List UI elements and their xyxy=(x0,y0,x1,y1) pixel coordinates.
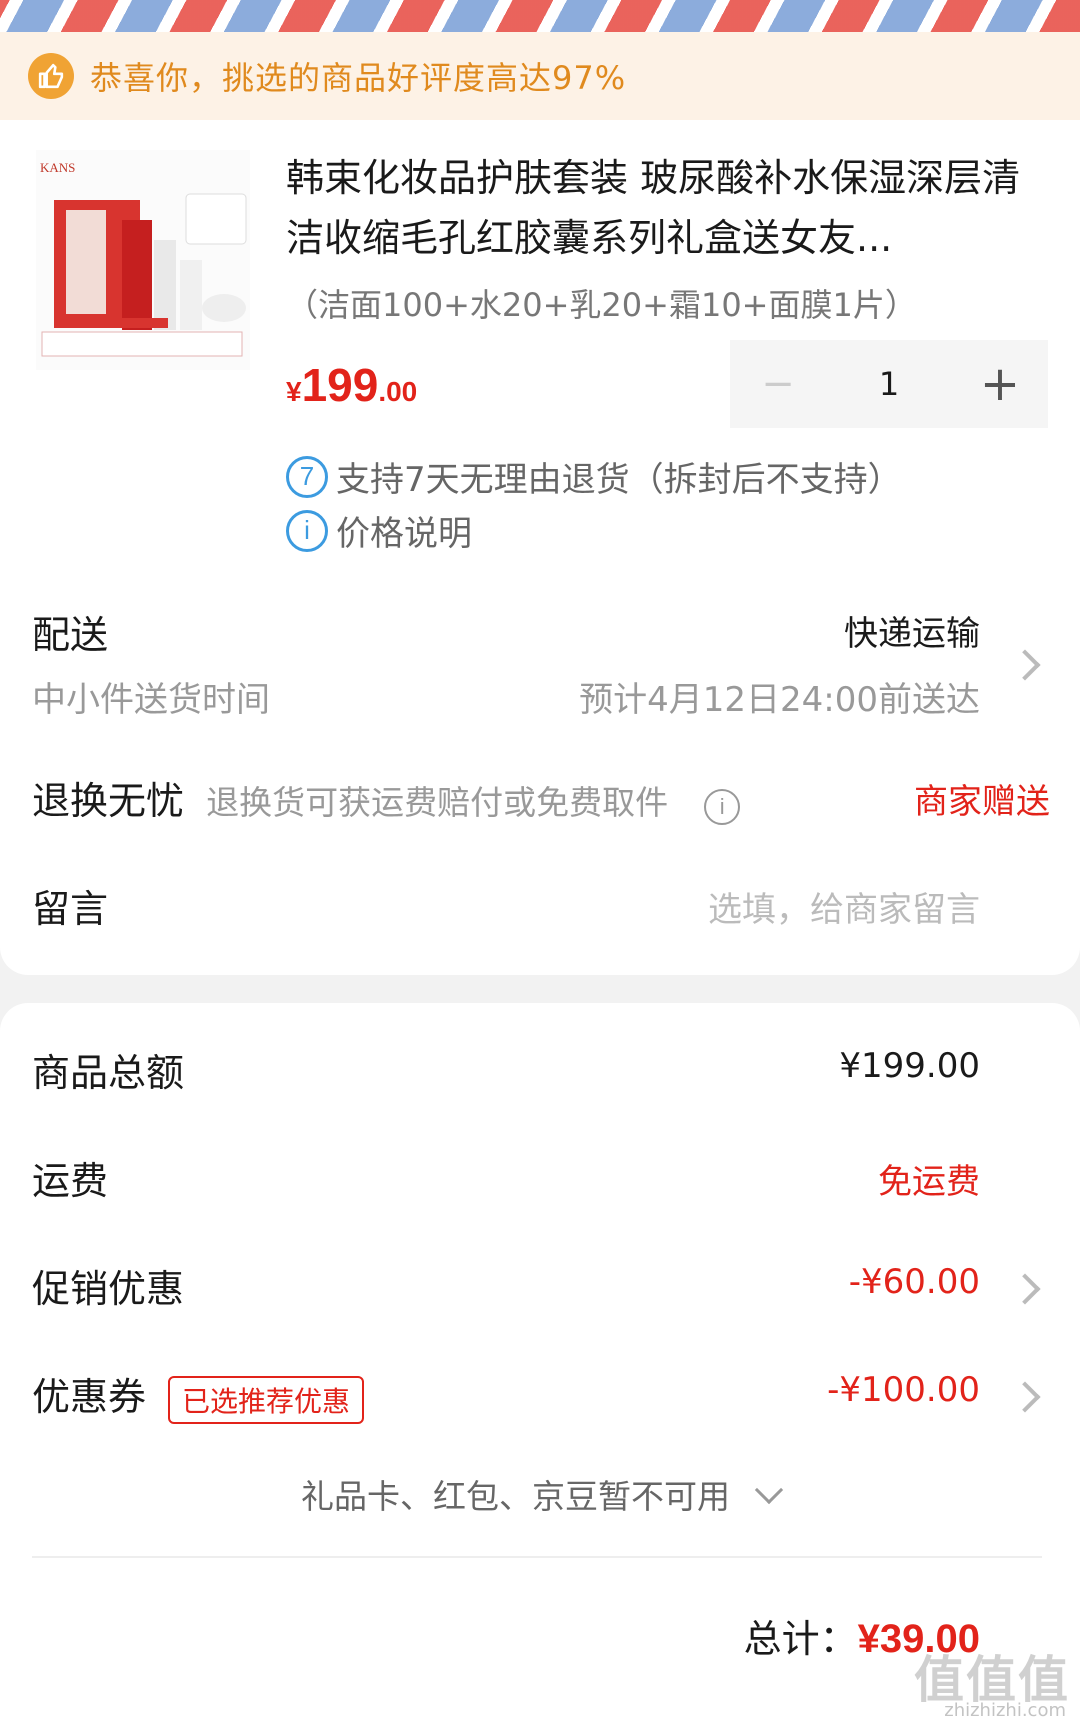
product-title[interactable]: 韩束化妆品护肤套装 玻尿酸补水保湿深层清洁收缩毛孔红胶囊系列礼盒送女友... xyxy=(286,148,1046,268)
price-explanation-link[interactable]: i 价格说明 xyxy=(286,506,472,555)
shipping-label: 运费 xyxy=(32,1159,109,1203)
rating-banner: 恭喜你，挑选的商品好评度高达97% xyxy=(0,32,1080,120)
chevron-right-icon xyxy=(1009,1381,1041,1413)
return-policy-text: 支持7天无理由退货（拆封后不支持） xyxy=(336,460,902,500)
delivery-method: 快递运输 xyxy=(844,614,980,654)
shipping-value: 免运费 xyxy=(878,1162,980,1202)
chevron-right-icon xyxy=(1009,1273,1041,1305)
unavailable-toggle[interactable]: 礼品卡、红包、京豆暂不可用 xyxy=(0,1470,1080,1530)
delivery-time-label: 中小件送货时间 xyxy=(32,680,270,720)
info-icon: i xyxy=(286,509,328,552)
product-price: ¥199.00 xyxy=(286,359,418,411)
delivery-row[interactable]: 配送 快递运输 中小件送货时间 预计4月12日24:00前送达 xyxy=(0,600,1080,720)
goods-total-value: ¥199.00 xyxy=(839,1046,980,1086)
shipping-row: 运费 免运费 xyxy=(0,1150,1080,1210)
goods-total-label: 商品总额 xyxy=(32,1051,185,1095)
goods-total-row: 商品总额 ¥199.00 xyxy=(0,1042,1080,1102)
message-input[interactable]: 选填，给商家留言 xyxy=(708,882,980,931)
product-image[interactable]: KANS xyxy=(36,150,250,370)
decrease-quantity-button[interactable]: − xyxy=(730,361,826,407)
seven-day-icon: 7 xyxy=(286,455,328,498)
delivery-eta: 预计4月12日24:00前送达 xyxy=(579,680,980,720)
returns-row: 退换无忧 退换货可获运费赔付或免费取件 i 商家赠送 xyxy=(0,770,1080,830)
chevron-right-icon xyxy=(1009,649,1041,681)
returns-value: 商家赠送 xyxy=(914,782,1050,822)
envelope-stripe xyxy=(0,0,1080,32)
watermark-url: zhizhizhi.com xyxy=(944,1700,1066,1721)
divider xyxy=(32,1556,1042,1558)
message-label: 留言 xyxy=(32,887,109,931)
coupon-row[interactable]: 优惠券 已选推荐优惠 -¥100.00 xyxy=(0,1366,1080,1426)
quantity-stepper: − 1 + xyxy=(730,340,1048,428)
returns-label: 退换无忧 xyxy=(32,779,185,823)
chevron-down-icon xyxy=(754,1475,784,1505)
returns-info-icon[interactable]: i xyxy=(704,789,741,825)
thumbs-up-icon xyxy=(28,53,74,99)
delivery-label: 配送 xyxy=(32,613,109,657)
total-label: 总计： xyxy=(743,1617,858,1661)
return-policy: 7 支持7天无理由退货（拆封后不支持） xyxy=(286,452,902,501)
promo-value: -¥60.00 xyxy=(848,1262,980,1302)
unavailable-text: 礼品卡、红包、京豆暂不可用 xyxy=(300,1477,730,1516)
promo-row[interactable]: 促销优惠 -¥60.00 xyxy=(0,1258,1080,1318)
quantity-value[interactable]: 1 xyxy=(826,365,952,403)
coupon-value: -¥100.00 xyxy=(827,1370,980,1410)
price-explanation-text: 价格说明 xyxy=(336,514,472,554)
message-row[interactable]: 留言 选填，给商家留言 xyxy=(0,878,1080,938)
product-brand: KANS xyxy=(40,160,75,175)
coupon-tag: 已选推荐优惠 xyxy=(168,1375,365,1424)
coupon-label: 优惠券 xyxy=(32,1375,147,1419)
banner-text: 恭喜你，挑选的商品好评度高达97% xyxy=(90,59,627,97)
product-spec: （洁面100+水20+乳20+霜10+面膜1片） xyxy=(286,286,917,324)
returns-desc: 退换货可获运费赔付或免费取件 xyxy=(206,783,669,822)
increase-quantity-button[interactable]: + xyxy=(952,356,1048,412)
promo-label: 促销优惠 xyxy=(32,1267,185,1311)
